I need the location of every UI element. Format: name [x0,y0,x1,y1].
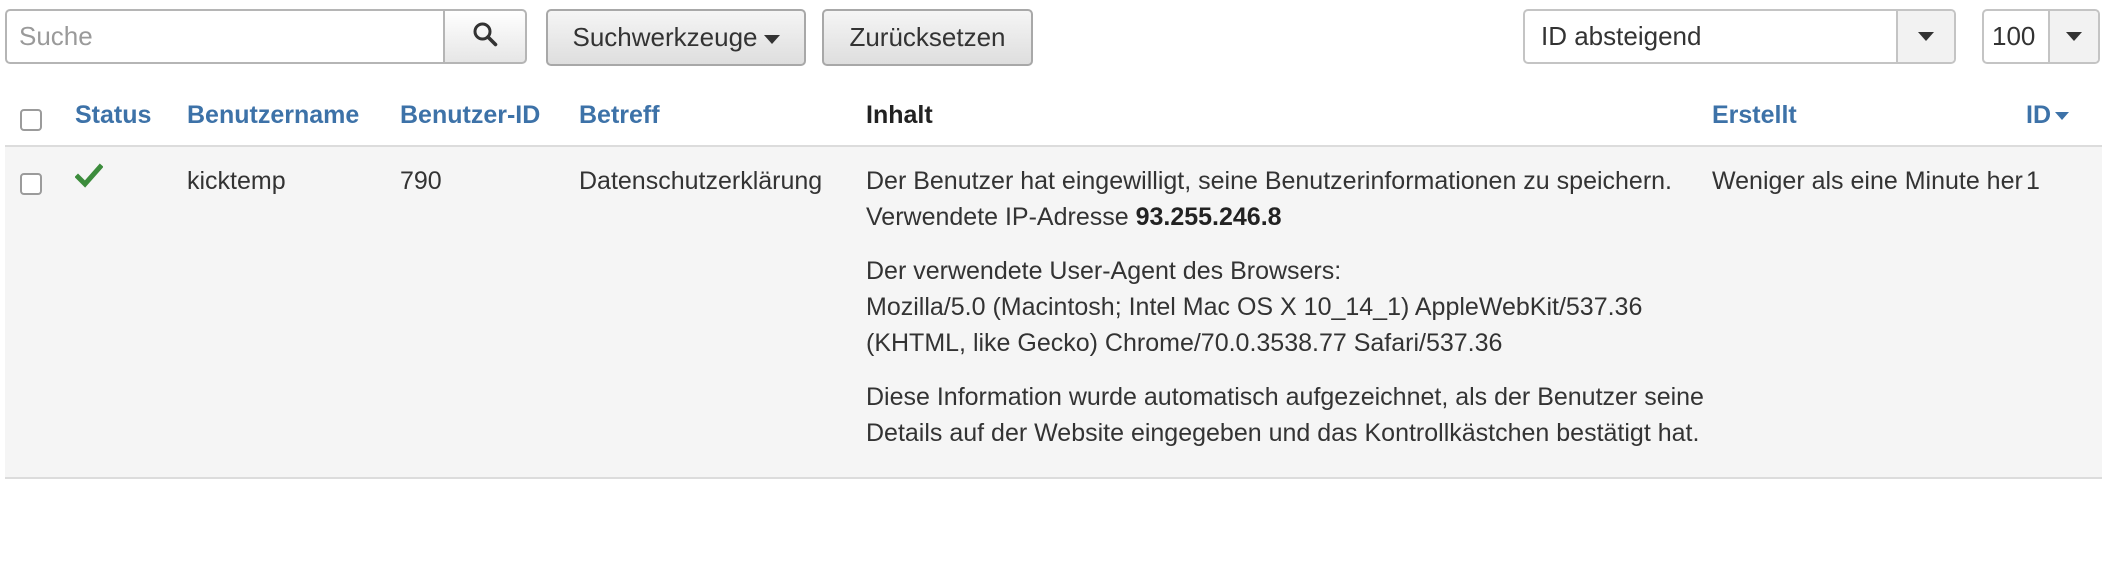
header-id[interactable]: ID [2026,86,2102,147]
order-select-value: ID absteigend [1541,21,1702,51]
search-button[interactable] [443,9,527,64]
search-tools-label: Suchwerkzeuge [572,22,758,52]
select-all-cell [5,86,75,147]
content-cell: Der Benutzer hat eingewilligt, seine Ben… [866,146,1712,479]
table-header-row: Status Benutzername Benutzer-ID Betreff … [5,86,2102,147]
check-icon[interactable] [74,163,104,199]
select-all-checkbox[interactable] [20,108,42,131]
header-id-label: ID [2026,101,2051,129]
ip-address: 93.255.246.8 [1135,203,1282,231]
search-input[interactable] [5,9,444,64]
consents-table: Status Benutzername Benutzer-ID Betreff … [5,86,2102,479]
order-select[interactable]: ID absteigend [1523,9,1956,64]
caret-down-icon [2066,32,2082,41]
status-cell [74,146,187,479]
created-cell: Weniger als eine Minute her [1712,146,2026,479]
search-tools-button[interactable]: Suchwerkzeuge [546,9,806,66]
header-user-id[interactable]: Benutzer-ID [400,86,579,147]
username-cell: kicktemp [187,146,400,479]
caret-down-icon [763,35,780,44]
user-agent-value: Mozilla/5.0 (Macintosh; Intel Mac OS X 1… [866,293,1643,357]
sort-desc-icon [2055,112,2069,121]
table-row: kicktemp 790 Datenschutzerklärung Der Be… [5,146,2102,479]
filter-toolbar: Suchwerkzeuge Zurücksetzen ID absteigend… [0,0,2108,90]
header-subject[interactable]: Betreff [579,86,866,147]
header-created[interactable]: Erstellt [1712,86,2026,147]
header-username[interactable]: Benutzername [187,86,400,147]
row-select-cell [5,146,75,479]
reset-label: Zurücksetzen [849,22,1006,52]
subject-cell: Datenschutzerklärung [579,146,866,479]
row-checkbox[interactable] [20,173,42,195]
content-paragraph: Der Benutzer hat eingewilligt, seine Ben… [866,163,1712,235]
user-agent-label: Der verwendete User-Agent des Browsers: [866,257,1342,285]
reset-button[interactable]: Zurücksetzen [822,9,1033,66]
user-id-cell: 790 [400,146,579,479]
content-paragraph: Diese Information wurde automatisch aufg… [866,383,1704,447]
limit-select[interactable]: 100 [1982,9,2100,64]
header-content: Inhalt [866,86,1712,147]
content-paragraph: Der verwendete User-Agent des Browsers: M… [866,253,1712,361]
order-select-toggle[interactable] [1896,11,1954,62]
limit-select-value: 100 [1992,21,2036,51]
id-cell: 1 [2026,146,2102,479]
search-icon [472,21,498,52]
caret-down-icon [1918,32,1934,41]
limit-select-toggle[interactable] [2048,11,2098,62]
header-status[interactable]: Status [75,86,187,147]
